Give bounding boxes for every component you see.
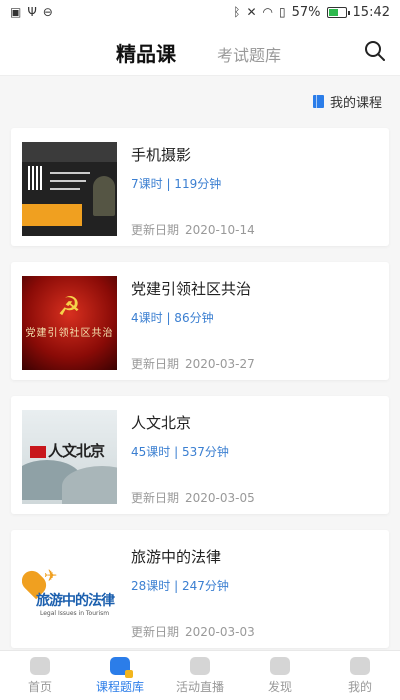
course-thumbnail: 人文北京 bbox=[22, 410, 117, 504]
nav-discover[interactable]: 发现 bbox=[240, 651, 320, 700]
course-title: 党建引领社区共治 bbox=[131, 280, 252, 298]
discover-icon bbox=[270, 656, 290, 675]
tab-exam-bank[interactable]: 考试题库 bbox=[217, 42, 281, 66]
my-courses-label: 我的课程 bbox=[329, 96, 382, 111]
course-thumbnail: ☭ 党建引领社区共治 bbox=[22, 276, 117, 370]
no-sim-icon: ▯ bbox=[279, 5, 286, 19]
course-meta: 4课时 | 86分钟 bbox=[131, 311, 214, 325]
nav-label: 我的 bbox=[347, 679, 372, 694]
nav-label: 首页 bbox=[27, 679, 52, 694]
profile-icon bbox=[350, 656, 370, 675]
course-bank-icon bbox=[110, 656, 133, 678]
header: 精品课 考试题库 bbox=[0, 24, 400, 76]
nav-home[interactable]: 首页 bbox=[0, 651, 80, 700]
course-meta: 28课时 | 247分钟 bbox=[131, 579, 229, 593]
course-date-row: 更新日期 2020-03-03 bbox=[131, 623, 255, 640]
airplane-icon: ✈ bbox=[44, 566, 58, 585]
live-icon bbox=[190, 656, 210, 675]
course-card[interactable]: 人文北京 人文北京 45课时 | 537分钟 更新日期 2020-03-05 bbox=[11, 396, 389, 514]
clock: 15:42 bbox=[352, 4, 390, 20]
thumbnail-text: 旅游中的法律 bbox=[36, 593, 115, 609]
thumbnail-text: 党建引领社区共治 bbox=[25, 328, 114, 339]
thumbnail-subtext: Legal Issues in Tourism bbox=[40, 610, 110, 617]
more-notifications-icon: ⊖ bbox=[42, 5, 53, 19]
thumbnail-text: 人文北京 bbox=[48, 442, 105, 460]
bluetooth-icon: ᛒ bbox=[233, 5, 241, 19]
course-date: 2020-10-14 bbox=[185, 223, 255, 237]
search-icon[interactable] bbox=[364, 40, 386, 62]
course-date: 2020-03-27 bbox=[185, 357, 255, 371]
course-meta: 7课时 | 119分钟 bbox=[131, 177, 222, 191]
date-label: 更新日期 bbox=[131, 491, 180, 505]
course-date-row: 更新日期 2020-03-05 bbox=[131, 489, 255, 506]
nav-course-bank[interactable]: 课程题库 bbox=[80, 651, 160, 700]
course-title: 旅游中的法律 bbox=[131, 548, 222, 566]
course-date: 2020-03-05 bbox=[185, 491, 255, 505]
nav-label: 发现 bbox=[267, 679, 292, 694]
battery-percent: 57% bbox=[291, 4, 321, 20]
status-bar: ▣ Ψ ⊖ ᛒ ✕ ◠ ▯ 57% 15:42 bbox=[0, 0, 400, 24]
course-thumbnail: ✈ 旅游中的法律 Legal Issues in Tourism bbox=[22, 544, 117, 638]
wifi-icon: ◠ bbox=[262, 5, 274, 19]
date-label: 更新日期 bbox=[131, 357, 180, 371]
date-label: 更新日期 bbox=[131, 223, 180, 237]
nav-profile[interactable]: 我的 bbox=[320, 651, 400, 700]
course-card[interactable]: ✈ 旅游中的法律 Legal Issues in Tourism 旅游中的法律 … bbox=[11, 530, 389, 648]
bottom-navigation: 首页 课程题库 活动直播 发现 我的 bbox=[0, 650, 400, 700]
course-thumbnail bbox=[22, 142, 117, 236]
book-icon bbox=[312, 95, 324, 108]
course-date-row: 更新日期 2020-10-14 bbox=[131, 221, 255, 238]
my-courses-link[interactable]: 我的课程 bbox=[312, 92, 382, 111]
nav-label: 活动直播 bbox=[175, 679, 224, 694]
home-icon bbox=[30, 656, 50, 675]
course-meta: 45课时 | 537分钟 bbox=[131, 445, 229, 459]
battery-icon bbox=[326, 6, 350, 18]
course-title: 人文北京 bbox=[131, 414, 192, 432]
mute-icon: ✕ bbox=[246, 5, 257, 19]
course-card[interactable]: ☭ 党建引领社区共治 党建引领社区共治 4课时 | 86分钟 更新日期 2020-… bbox=[11, 262, 389, 380]
date-label: 更新日期 bbox=[131, 625, 180, 639]
nav-label: 课程题库 bbox=[95, 679, 144, 694]
party-emblem-icon: ☭ bbox=[57, 292, 81, 322]
course-card[interactable]: 手机摄影 7课时 | 119分钟 更新日期 2020-10-14 bbox=[11, 128, 389, 246]
image-icon: ▣ bbox=[10, 5, 22, 19]
course-date-row: 更新日期 2020-03-27 bbox=[131, 355, 255, 372]
nav-live[interactable]: 活动直播 bbox=[160, 651, 240, 700]
course-date: 2020-03-03 bbox=[185, 625, 255, 639]
usb-icon: Ψ bbox=[27, 5, 37, 19]
course-list: 手机摄影 7课时 | 119分钟 更新日期 2020-10-14 ☭ 党建引领社区… bbox=[11, 128, 389, 664]
course-title: 手机摄影 bbox=[131, 146, 192, 164]
tab-featured-courses[interactable]: 精品课 bbox=[116, 38, 176, 67]
